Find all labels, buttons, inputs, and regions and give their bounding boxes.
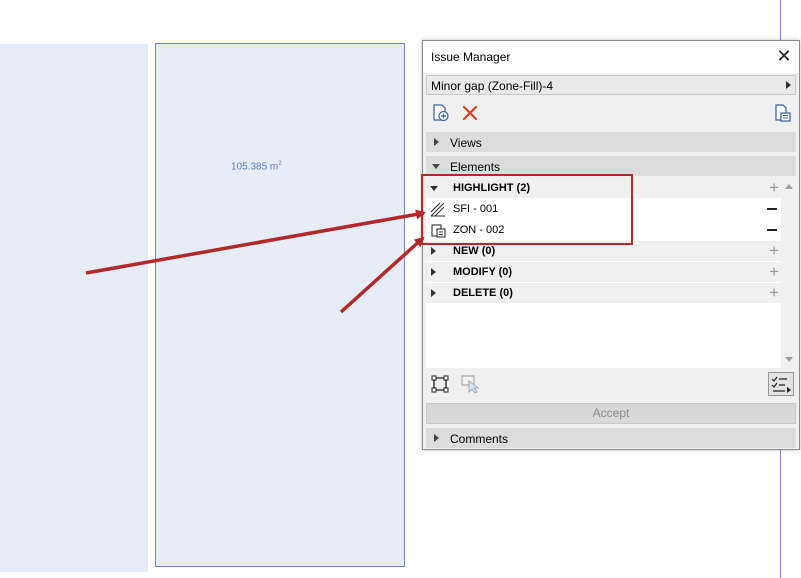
annotation-arrows (85, 209, 426, 314)
annotation-arrow (339, 236, 425, 314)
annotation-arrow (85, 209, 426, 275)
